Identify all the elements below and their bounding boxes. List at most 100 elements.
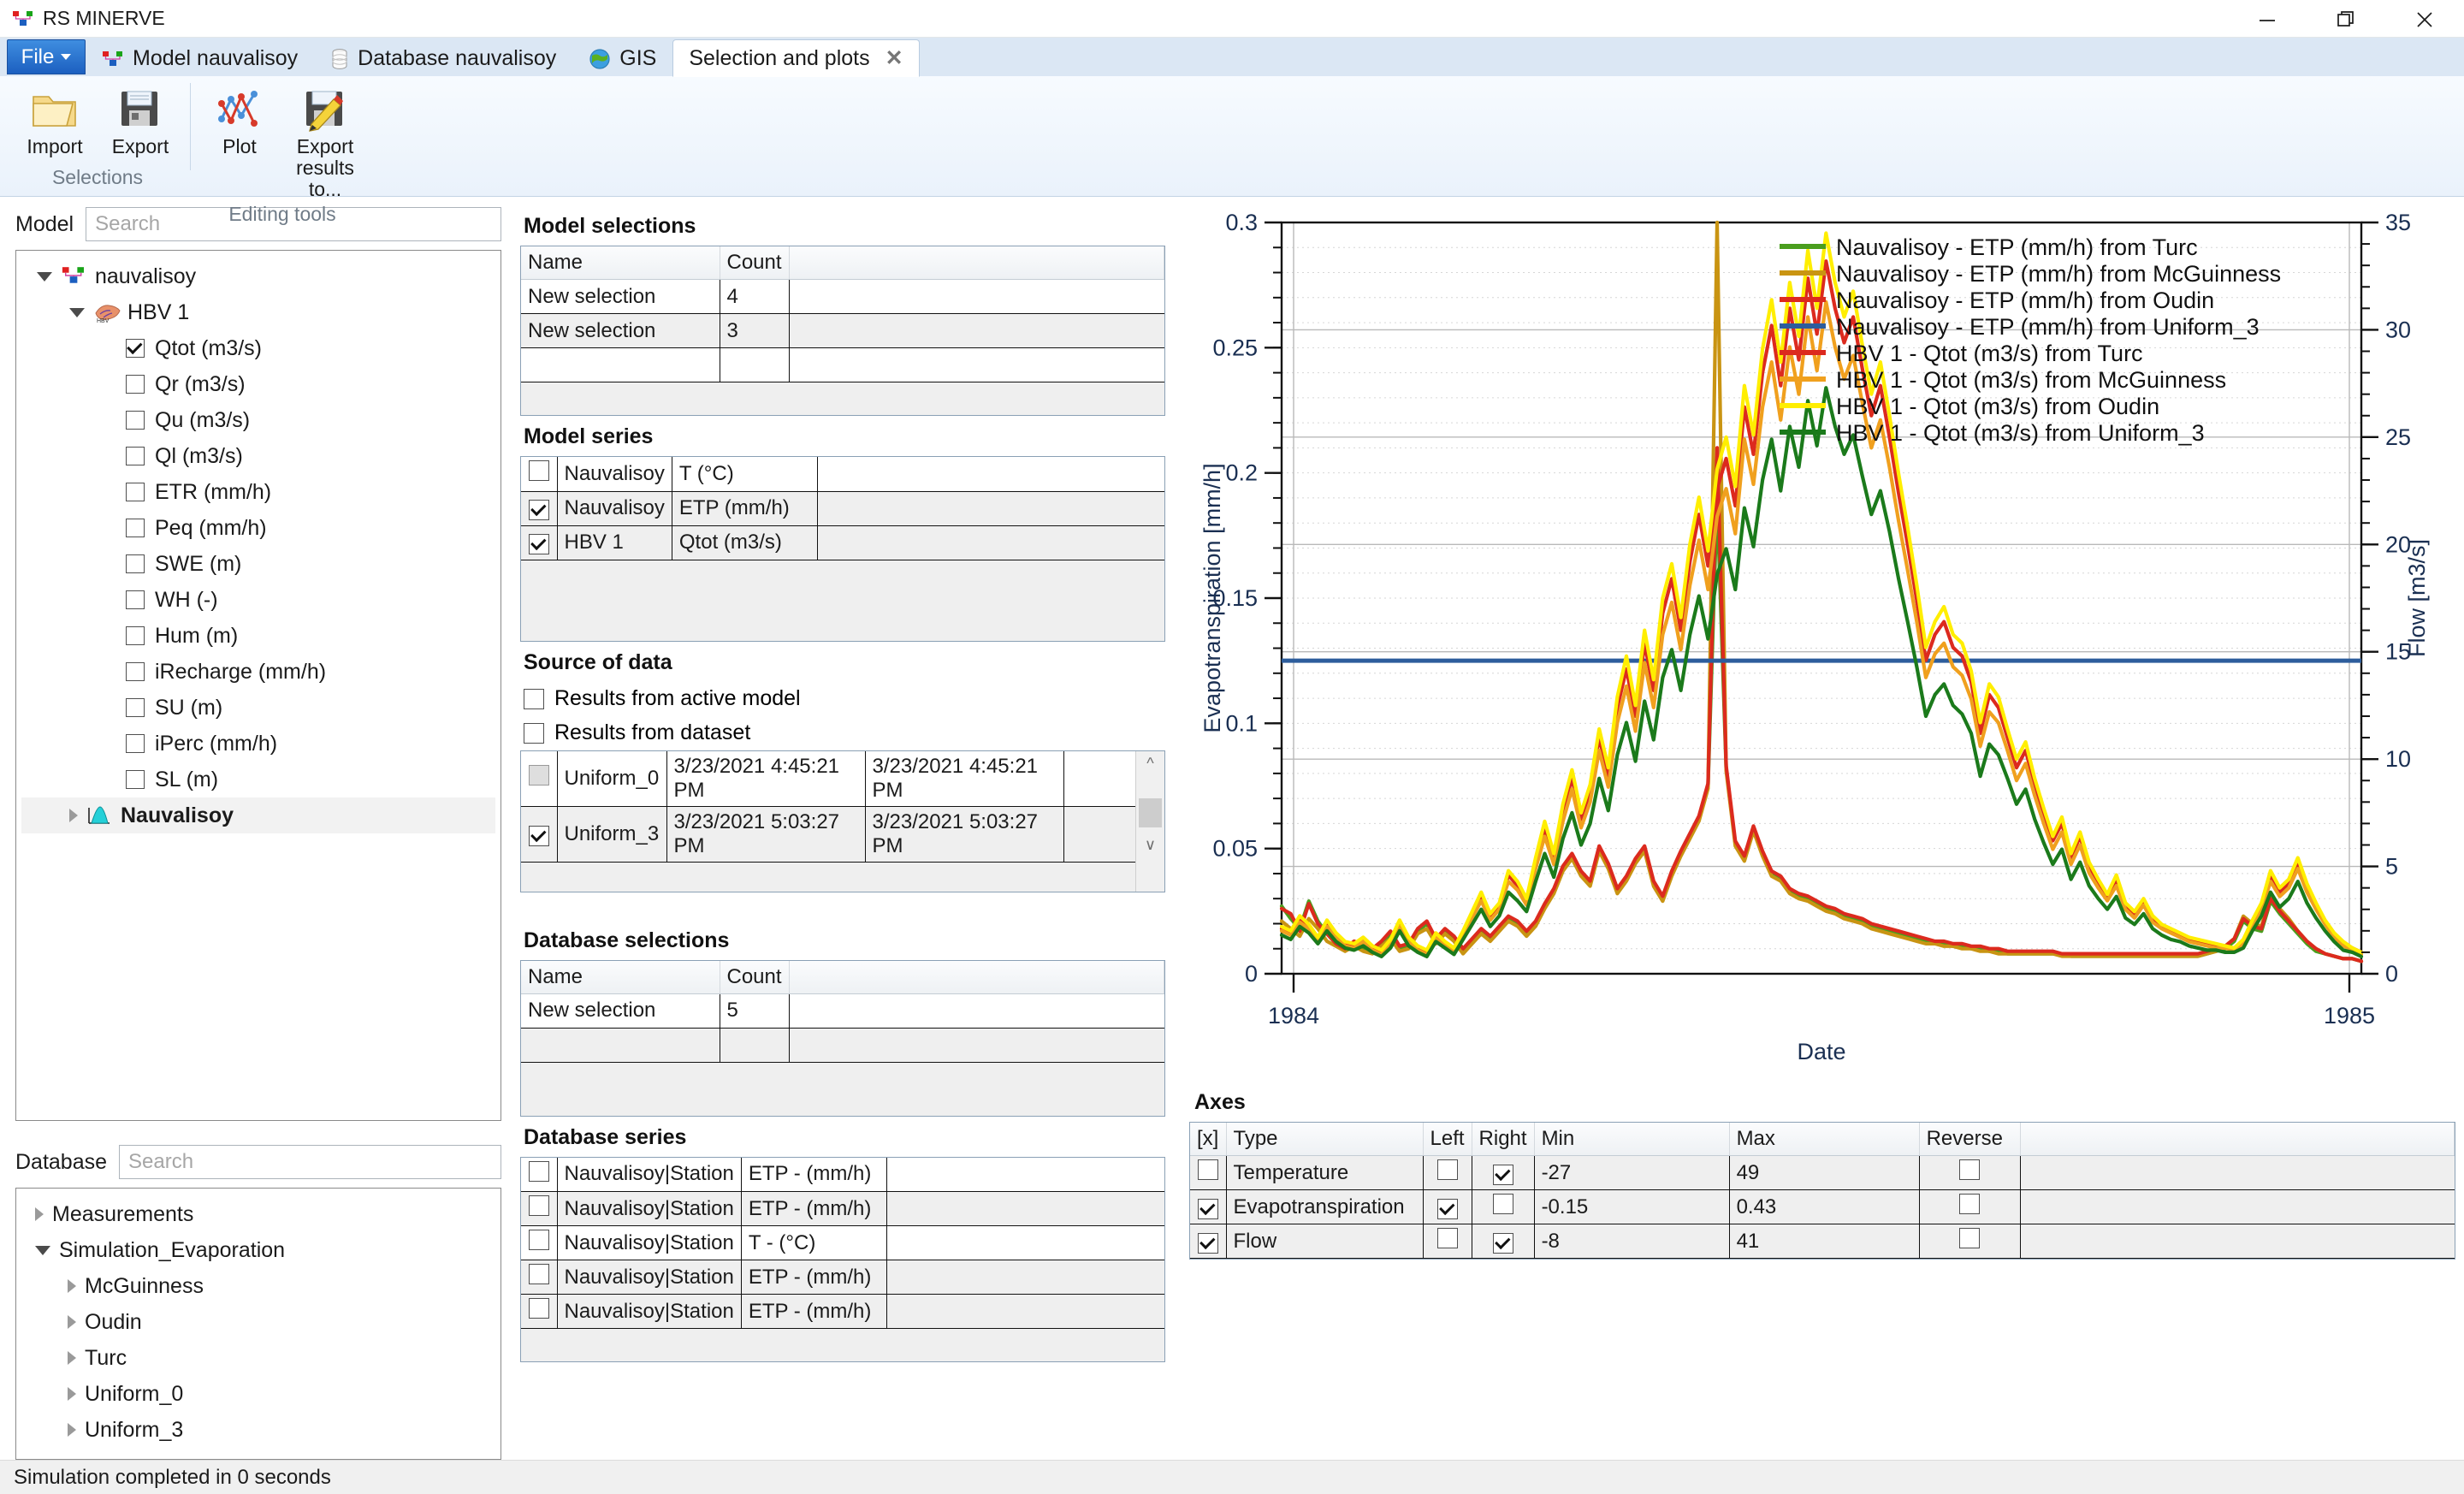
model-series-grid[interactable]: Nauvalisoy T (°C) Nauvalisoy ETP (mm/h) HBV … — [520, 456, 1165, 642]
database-series-row[interactable]: Nauvalisoy|Station ETP - (mm/h) — [521, 1294, 1164, 1329]
model-tree[interactable]: nauvalisoy HBV HBV 1 Qtot (m3/s) Qr (m3/s) Qu… — [15, 250, 501, 1121]
db-tree-item-simulation-evaporation[interactable]: Simulation_Evaporation — [21, 1232, 495, 1268]
dataset-scrollbar[interactable]: ^ ∨ — [1135, 750, 1164, 892]
tree-item-qu-m3-s[interactable]: Qu (m3/s) — [21, 402, 495, 438]
chevron-collapsed-icon[interactable] — [68, 1423, 76, 1437]
axes-select-checkbox-cell[interactable] — [1190, 1155, 1227, 1190]
close-button[interactable] — [2385, 0, 2464, 38]
axes-reverse-checkbox[interactable] — [1959, 1194, 1981, 1214]
dataset-row[interactable]: Uniform_0 3/23/2021 4:45:21 PM 3/23/2021 4… — [521, 750, 1135, 807]
db-tree-item-mcguinness[interactable]: McGuinness — [21, 1268, 495, 1304]
tree-item-checkbox[interactable] — [126, 662, 145, 681]
dataset-checkbox[interactable] — [528, 765, 549, 786]
model-series-checkbox[interactable] — [528, 534, 549, 554]
axes-reverse-checkbox-cell[interactable] — [1919, 1224, 2021, 1259]
chevron-expanded-icon[interactable] — [37, 271, 52, 282]
database-series-row[interactable]: Nauvalisoy|Station ETP - (mm/h) — [521, 1157, 1164, 1192]
axes-select-checkbox-cell[interactable] — [1190, 1224, 1227, 1259]
model-series-checkbox-cell[interactable] — [521, 525, 558, 560]
database-search-input[interactable]: Search — [119, 1145, 501, 1179]
results-from-active-model-row[interactable]: Results from active model — [520, 682, 1165, 716]
model-series-checkbox-cell[interactable] — [521, 491, 558, 526]
minimize-button[interactable] — [2228, 0, 2307, 38]
file-menu-button[interactable]: File — [7, 39, 86, 74]
tree-item-wh[interactable]: WH (-) — [21, 582, 495, 618]
axes-right-checkbox[interactable] — [1492, 1232, 1513, 1254]
chevron-expanded-icon[interactable] — [35, 1245, 50, 1255]
axes-right-checkbox[interactable] — [1492, 1164, 1513, 1185]
axes-select-checkbox[interactable] — [1197, 1232, 1218, 1254]
database-selection-row[interactable] — [521, 1028, 1164, 1063]
model-selection-row[interactable]: New selection 3 — [521, 313, 1164, 348]
database-series-checkbox-cell[interactable] — [521, 1260, 558, 1295]
database-series-checkbox[interactable] — [528, 1195, 549, 1216]
tree-item-nauvalisoy[interactable]: Nauvalisoy — [21, 797, 495, 833]
database-series-checkbox[interactable] — [528, 1298, 549, 1319]
tree-item-checkbox[interactable] — [126, 626, 145, 645]
axes-select-checkbox[interactable] — [1197, 1198, 1218, 1219]
database-selections-grid[interactable]: Name Count New selection 5 — [520, 959, 1165, 1117]
dataset-checkbox-cell[interactable] — [521, 806, 558, 863]
tree-item-checkbox[interactable] — [126, 519, 145, 537]
database-tree[interactable]: Measurements Simulation_Evaporation McGuin… — [15, 1188, 501, 1460]
axes-min-cell[interactable]: -27 — [1534, 1155, 1730, 1190]
results-from-dataset-checkbox[interactable] — [524, 722, 544, 744]
database-series-row[interactable]: Nauvalisoy|Station ETP - (mm/h) — [521, 1260, 1164, 1295]
maximize-restore-button[interactable] — [2307, 0, 2385, 38]
tree-item-checkbox[interactable] — [126, 698, 145, 717]
tree-item-checkbox[interactable] — [126, 411, 145, 430]
axes-min-cell[interactable]: -8 — [1534, 1224, 1730, 1259]
axes-reverse-checkbox-cell[interactable] — [1919, 1189, 2021, 1224]
results-from-active-model-checkbox[interactable] — [524, 688, 544, 709]
tree-item-nauvalisoy[interactable]: nauvalisoy — [21, 258, 495, 294]
dataset-checkbox-cell[interactable] — [521, 750, 558, 807]
axes-row[interactable]: Flow -8 41 — [1190, 1224, 2455, 1259]
axes-max-cell[interactable]: 0.43 — [1729, 1189, 1920, 1224]
axes-left-checkbox-cell[interactable] — [1423, 1224, 1472, 1259]
axes-left-checkbox-cell[interactable] — [1423, 1189, 1472, 1224]
axes-min-cell[interactable]: -0.15 — [1534, 1189, 1730, 1224]
dataset-checkbox[interactable] — [528, 825, 549, 846]
database-series-checkbox-cell[interactable] — [521, 1294, 558, 1329]
results-from-dataset-row[interactable]: Results from dataset — [520, 716, 1165, 750]
tree-item-irecharge-mm-h[interactable]: iRecharge (mm/h) — [21, 654, 495, 690]
tree-item-hum-m[interactable]: Hum (m) — [21, 618, 495, 654]
tab-gis[interactable]: GIS — [572, 41, 672, 76]
chevron-expanded-icon[interactable] — [69, 307, 85, 317]
scroll-down-icon[interactable]: ∨ — [1136, 836, 1164, 854]
tree-item-checkbox[interactable] — [126, 590, 145, 609]
model-series-checkbox[interactable] — [528, 500, 549, 520]
database-selection-row[interactable]: New selection 5 — [521, 993, 1164, 1029]
axes-right-checkbox-cell[interactable] — [1472, 1224, 1535, 1259]
tree-item-swe-m[interactable]: SWE (m) — [21, 546, 495, 582]
model-selection-row[interactable] — [521, 347, 1164, 382]
scroll-up-icon[interactable]: ^ — [1136, 751, 1164, 773]
axes-grid[interactable]: [x] Type Left Right Min Max Reverse Temperatur… — [1189, 1122, 2455, 1260]
tree-item-su-m[interactable]: SU (m) — [21, 690, 495, 726]
database-series-checkbox[interactable] — [528, 1230, 549, 1250]
tree-item-checkbox[interactable] — [126, 339, 145, 358]
database-series-row[interactable]: Nauvalisoy|Station ETP - (mm/h) — [521, 1191, 1164, 1226]
export-button[interactable]: Export — [99, 83, 181, 161]
axes-select-checkbox[interactable] — [1197, 1159, 1218, 1180]
database-series-checkbox-cell[interactable] — [521, 1191, 558, 1226]
model-series-row[interactable]: Nauvalisoy ETP (mm/h) — [521, 491, 1164, 526]
axes-right-checkbox-cell[interactable] — [1472, 1189, 1535, 1224]
import-button[interactable]: Import — [14, 83, 96, 161]
chevron-collapsed-icon[interactable] — [35, 1207, 44, 1221]
plot-area[interactable]: 0 0.05 0.1 0.15 0.2 0.25 0.3 Evapotranspiration… — [1189, 204, 2455, 1085]
axes-max-cell[interactable]: 49 — [1729, 1155, 1920, 1190]
tree-item-qr-m3-s[interactable]: Qr (m3/s) — [21, 366, 495, 402]
db-tree-item-measurements[interactable]: Measurements — [21, 1196, 495, 1232]
tree-item-hbv-1[interactable]: HBV HBV 1 — [21, 294, 495, 330]
axes-row[interactable]: Temperature -27 49 — [1190, 1155, 2455, 1190]
database-series-checkbox[interactable] — [528, 1160, 549, 1182]
axes-reverse-checkbox-cell[interactable] — [1919, 1155, 2021, 1190]
axes-left-checkbox[interactable] — [1436, 1159, 1458, 1180]
close-icon[interactable]: ✕ — [886, 45, 903, 71]
model-series-checkbox[interactable] — [528, 460, 549, 482]
tree-item-checkbox[interactable] — [126, 375, 145, 394]
time-series-chart[interactable]: 00.050.10.150.20.250.3Evapotranspiration… — [1189, 204, 2447, 1085]
tree-item-peq-mm-h[interactable]: Peq (mm/h) — [21, 510, 495, 546]
model-selection-row[interactable]: New selection 4 — [521, 279, 1164, 314]
